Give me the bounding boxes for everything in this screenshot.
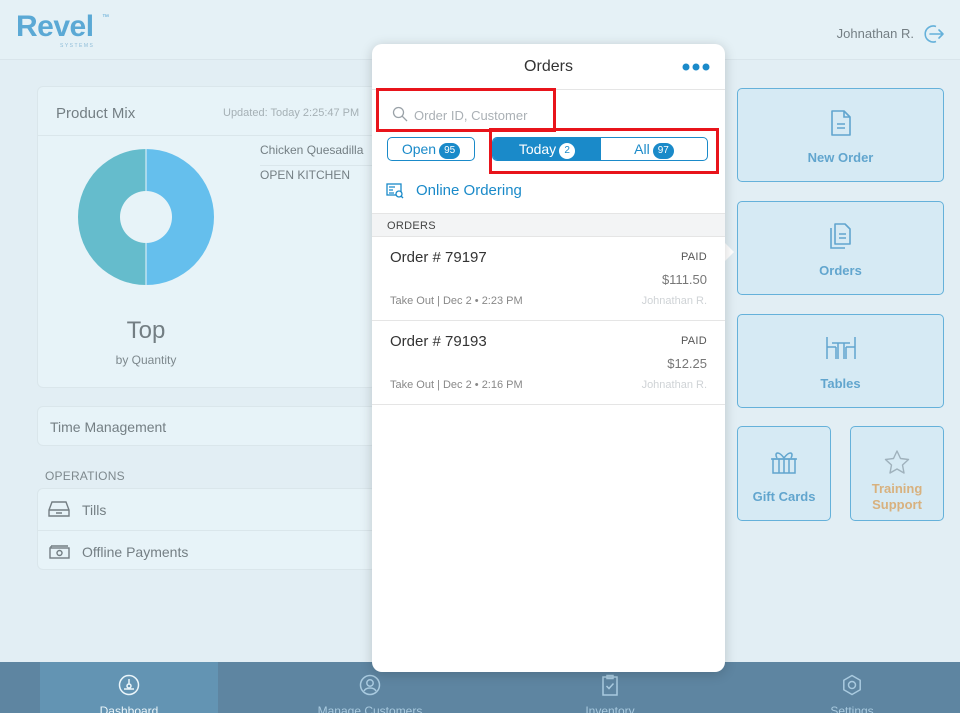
operations-list: Tills Offline Payments	[37, 488, 378, 571]
nav-label: Inventory	[585, 704, 635, 713]
filter-open-label: Open	[401, 141, 437, 157]
order-row[interactable]: Order # 79193 PAID $12.25 Take Out | Dec…	[372, 321, 725, 405]
tables-label: Tables	[820, 376, 861, 391]
time-management-row[interactable]: Time Management	[37, 406, 377, 446]
orders-section-label: ORDERS	[387, 220, 436, 232]
popover-header: Orders	[372, 44, 725, 90]
donut-slice-right	[146, 149, 214, 285]
product-mix-item: OPEN KITCHEN	[260, 168, 351, 182]
dashboard-gauge-icon	[118, 674, 140, 696]
divider	[260, 165, 378, 166]
order-row[interactable]: Order # 79197 PAID $111.50 Take Out | De…	[372, 237, 725, 321]
popover-title: Orders	[524, 58, 573, 75]
order-meta: Take Out | Dec 2 • 2:16 PM	[390, 379, 523, 391]
product-mix-by-label: by Quantity	[115, 353, 177, 367]
order-status: PAID	[680, 335, 707, 347]
search-input[interactable]	[414, 104, 694, 126]
more-options-icon[interactable]	[681, 62, 711, 72]
training-label-line1: Training	[871, 481, 923, 496]
filter-today-label: Today	[518, 141, 557, 157]
tables-icon	[825, 337, 856, 359]
product-mix-title: Product Mix	[56, 105, 136, 122]
cash-icon	[49, 545, 70, 559]
operations-item-offline-payments[interactable]: Offline Payments	[38, 530, 378, 571]
nav-label: Manage Customers	[317, 704, 423, 713]
logout-icon[interactable]	[922, 22, 946, 46]
user-name[interactable]: Johnathan R.	[837, 26, 914, 41]
new-order-document-icon	[830, 110, 851, 136]
operations-item-label: Tills	[82, 502, 107, 518]
order-meta: Take Out | Dec 2 • 2:23 PM	[390, 295, 523, 307]
nav-item-settings[interactable]: Settings	[762, 662, 942, 713]
order-search[interactable]	[386, 104, 706, 126]
orders-label: Orders	[819, 263, 862, 278]
filter-today-tab[interactable]: Today 2	[493, 138, 601, 160]
customer-icon	[359, 674, 381, 696]
filter-all-count: 97	[652, 143, 674, 159]
orders-section-header: ORDERS	[372, 213, 725, 237]
star-icon	[884, 450, 910, 474]
revel-logo: Revel	[16, 10, 94, 43]
filter-open-button[interactable]: Open 95	[387, 137, 475, 161]
orders-tile[interactable]: Orders	[737, 201, 944, 295]
filter-open: Open 95	[388, 138, 474, 160]
order-amount: $111.50	[661, 272, 707, 287]
online-ordering-link[interactable]: Online Ordering	[386, 180, 706, 202]
order-id: Order # 79197	[390, 249, 487, 266]
online-ordering-label: Online Ordering	[416, 182, 522, 199]
gift-cards-label: Gift Cards	[752, 489, 816, 504]
till-drawer-icon	[48, 501, 70, 517]
order-employee: Johnathan R.	[641, 295, 707, 307]
product-mix-donut-chart	[78, 149, 214, 285]
order-amount: $12.25	[667, 356, 707, 371]
operations-item-tills[interactable]: Tills	[38, 489, 378, 530]
nav-label: Dashboard	[99, 704, 159, 713]
divider	[38, 135, 378, 136]
tables-tile[interactable]: Tables	[737, 314, 944, 408]
order-id: Order # 79193	[390, 333, 487, 350]
product-mix-top-label: Top	[126, 317, 166, 344]
training-support-tile[interactable]: Training Support	[850, 426, 944, 521]
filter-segmented-control: Today 2 All 97	[492, 137, 708, 161]
new-order-tile[interactable]: New Order	[737, 88, 944, 182]
order-employee: Johnathan R.	[641, 379, 707, 391]
new-order-label: New Order	[807, 150, 874, 165]
filter-open-count: 95	[439, 143, 461, 159]
product-mix-card[interactable]: Product Mix Updated: Today 2:25:47 PM Ch…	[37, 86, 378, 388]
online-ordering-icon	[386, 183, 404, 199]
logo-trademark: ™	[102, 14, 109, 21]
filter-all-tab[interactable]: All 97	[601, 138, 707, 160]
gift-cards-tile[interactable]: Gift Cards	[737, 426, 831, 521]
nav-label: Settings	[830, 704, 874, 713]
gift-icon	[771, 452, 797, 474]
product-mix-updated: Updated: Today 2:25:47 PM	[223, 107, 360, 119]
logo-subtitle: SYSTEMS	[60, 43, 95, 49]
clipboard-check-icon	[602, 674, 618, 696]
operations-item-label: Offline Payments	[82, 544, 189, 560]
donut-slice-left	[78, 149, 146, 285]
time-management-label: Time Management	[50, 419, 167, 435]
order-status: PAID	[680, 251, 707, 263]
search-icon	[392, 106, 408, 122]
filter-today-count: 2	[559, 143, 576, 159]
nav-item-dashboard[interactable]: Dashboard	[40, 662, 218, 713]
training-label-line2: Support	[872, 497, 922, 512]
filter-all-label: All	[634, 141, 650, 157]
operations-heading: OPERATIONS	[45, 469, 125, 483]
gear-icon	[843, 674, 861, 696]
orders-documents-icon	[829, 223, 851, 249]
orders-popover: Orders Open95 Today2 All97	[372, 44, 725, 672]
product-mix-item: Chicken Quesadilla	[260, 143, 364, 157]
